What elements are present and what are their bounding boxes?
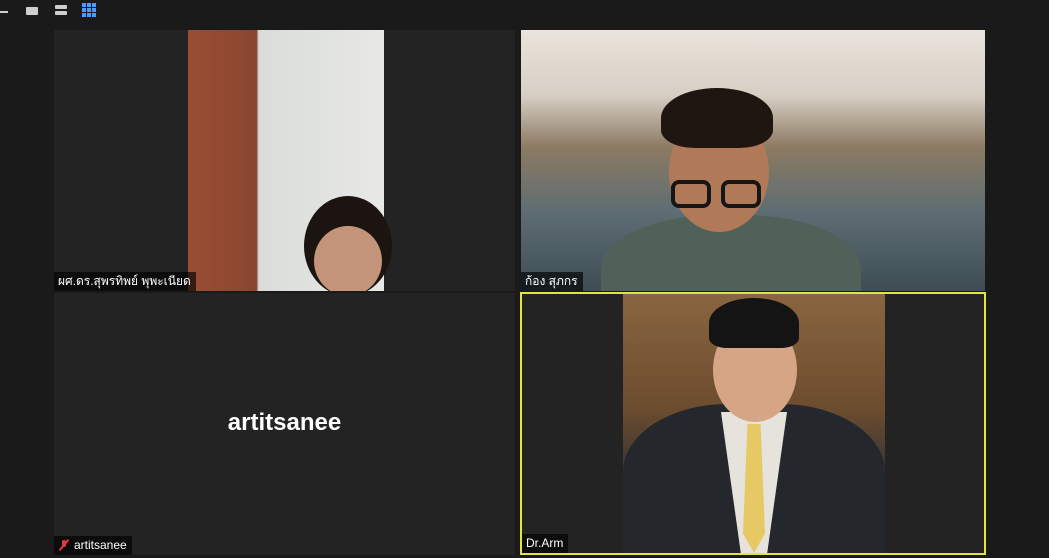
view-toolbar (0, 0, 120, 22)
participant-name-label: ผศ.ดร.สุพรทิพย์ พุพะเนียด (54, 272, 196, 291)
participant-name-label: ก้อง สุภกร (521, 272, 583, 291)
participant-video (188, 30, 392, 291)
participant-name: artitsanee (74, 538, 127, 552)
participant-video (521, 30, 985, 291)
gallery-view-icon[interactable] (82, 3, 96, 17)
participant-video (623, 294, 885, 553)
participant-tile[interactable]: ผศ.ดร.สุพรทิพย์ พุพะเนียด (54, 30, 515, 291)
speaker-view-icon[interactable] (26, 7, 38, 15)
participant-tile[interactable]: artitsanee artitsanee (54, 293, 515, 555)
participant-tile[interactable]: ก้อง สุภกร (521, 30, 985, 291)
participant-name: ก้อง สุภกร (525, 274, 578, 288)
participant-name-label: artitsanee (54, 536, 132, 555)
participant-name-label: Dr.Arm (522, 534, 569, 553)
participant-name: Dr.Arm (526, 536, 564, 550)
stacked-view-icon[interactable] (55, 5, 67, 15)
muted-mic-icon (58, 538, 70, 552)
participant-display-name: artitsanee (227, 409, 342, 436)
active-speaker-tile[interactable]: Dr.Arm (520, 292, 986, 555)
participant-name: ผศ.ดร.สุพรทิพย์ พุพะเนียด (58, 274, 191, 288)
minimize-icon[interactable] (0, 11, 8, 13)
